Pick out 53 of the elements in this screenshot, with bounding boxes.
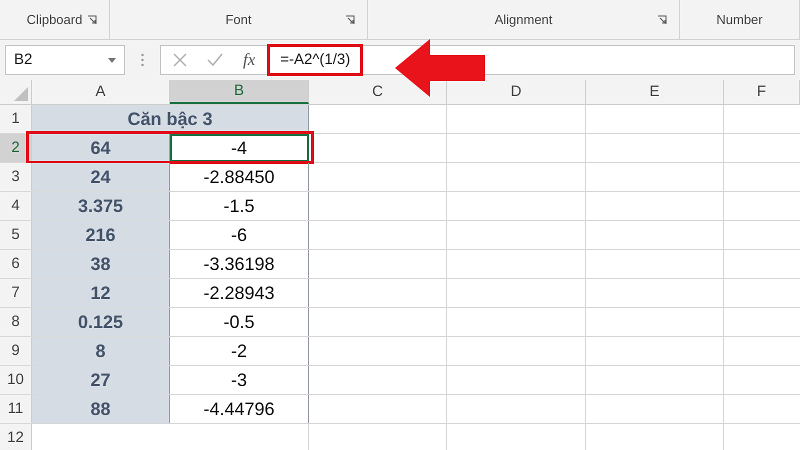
caret-icon[interactable]: [108, 58, 116, 62]
row-header[interactable]: 1: [0, 105, 32, 133]
table-cell: 27: [32, 366, 170, 394]
cell-reference: B2: [14, 50, 32, 70]
column-header[interactable]: F: [724, 80, 800, 104]
column-header[interactable]: D: [447, 80, 586, 104]
row-header[interactable]: 6: [0, 250, 32, 278]
dialog-launcher-icon[interactable]: [657, 15, 667, 25]
table-cell: 8: [32, 337, 170, 365]
row-header[interactable]: 11: [0, 395, 32, 423]
table-cell: -6: [170, 221, 309, 249]
table-cell: 3.375: [32, 192, 170, 220]
table-cell: -3: [170, 366, 309, 394]
row-header[interactable]: 3: [0, 163, 32, 191]
formula-input[interactable]: =-A2^(1/3): [267, 44, 364, 76]
name-box[interactable]: B2: [5, 45, 125, 75]
table-cell: 24: [32, 163, 170, 191]
ribbon-group-label: Font: [225, 10, 252, 29]
table-cell: 0.125: [32, 308, 170, 336]
more-icon: [141, 53, 144, 67]
ribbon-group-label: Clipboard: [26, 10, 82, 29]
ribbon-group-label: Alignment: [494, 10, 552, 29]
row-header[interactable]: 4: [0, 192, 32, 220]
row-header[interactable]: 2: [0, 134, 32, 162]
ribbon-group-label: Number: [716, 10, 763, 29]
table-cell: -3.36198: [170, 250, 309, 278]
table-cell: 216: [32, 221, 170, 249]
column-header[interactable]: C: [309, 80, 447, 104]
row-header[interactable]: 10: [0, 366, 32, 394]
row-header[interactable]: 7: [0, 279, 32, 307]
table-cell: -4: [170, 134, 309, 162]
table-cell: 64: [32, 134, 170, 162]
table-cell: -0.5: [170, 308, 309, 336]
check-icon[interactable]: [207, 53, 223, 67]
dialog-launcher-icon[interactable]: [345, 15, 355, 25]
table-cell: 38: [32, 250, 170, 278]
row-header[interactable]: 9: [0, 337, 32, 365]
dialog-launcher-icon[interactable]: [87, 15, 97, 25]
column-header[interactable]: E: [586, 80, 724, 104]
table-cell: 12: [32, 279, 170, 307]
table-cell: -1.5: [170, 192, 309, 220]
row-header[interactable]: 5: [0, 221, 32, 249]
pointer-arrow-icon: [395, 39, 485, 97]
insert-function-button[interactable]: fx: [243, 47, 256, 73]
merged-header-cell: Căn bậc 3: [32, 105, 309, 133]
row-header[interactable]: 12: [0, 424, 32, 450]
column-header[interactable]: B: [170, 80, 309, 104]
table-cell: -2: [170, 337, 309, 365]
row-header[interactable]: 8: [0, 308, 32, 336]
table-cell: -2.28943: [170, 279, 309, 307]
table-cell: -4.44796: [170, 395, 309, 423]
table-cell: -2.88450: [170, 163, 309, 191]
table-cell: 88: [32, 395, 170, 423]
